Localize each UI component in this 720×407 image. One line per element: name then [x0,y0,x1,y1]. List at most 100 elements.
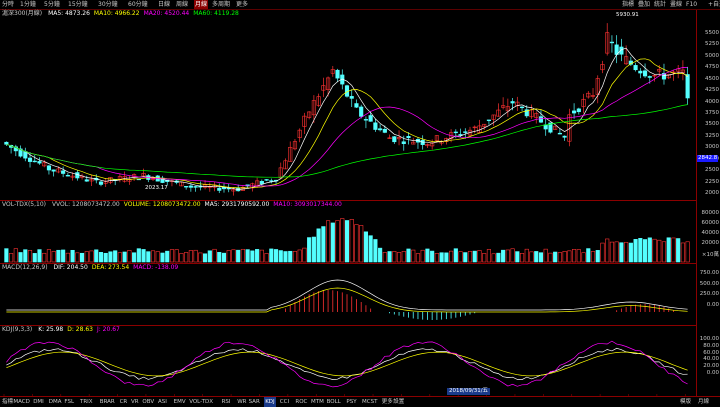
period-tab-8[interactable]: 月線 [194,0,209,9]
candle-body [392,136,397,143]
period-tab-4[interactable]: 30分鐘 [98,0,118,9]
volume-bar [529,251,534,263]
volume-bar [600,242,605,263]
volume-bar [65,252,70,263]
volume-bar [614,241,619,263]
volume-bar [117,252,122,263]
volume-bar [406,248,411,263]
candle-body [373,122,378,130]
volume-bar [444,252,449,263]
menu-item-1[interactable]: 疊加 [638,0,650,9]
menu-item-0[interactable]: 指標 [622,0,634,9]
volume-bar [259,249,264,263]
period-tab-9[interactable]: 多周期 [212,0,230,9]
volume-bar [680,242,685,263]
volume-bar [363,231,368,263]
volume-bar [307,237,312,263]
volume-bar [553,251,558,263]
menu-item-3[interactable]: 畫線 [670,0,682,9]
volume-bar [368,235,373,263]
candle-body [406,136,411,139]
candle-body [685,74,690,99]
volume-bar [146,251,151,263]
axis-tick-label: 0.00 [706,302,719,308]
menu-item-2[interactable]: 統計 [654,0,666,9]
volume-bar [94,249,99,263]
volume-bar [344,220,350,263]
volume-bar [439,252,444,263]
candle-body [647,76,652,78]
volume-bar [51,251,56,263]
low-annotation: 2023.17 [145,185,168,191]
candle-body [633,65,638,71]
volume-bar [524,248,529,263]
volume-bar [567,250,572,263]
volume-bar [61,249,66,263]
volume-bar [534,251,539,263]
volume-bar [84,251,89,263]
menu-item-5[interactable]: +自選 [708,0,720,9]
volume-bar [292,251,298,263]
volume-bar [316,228,321,263]
period-tab-3[interactable]: 15分鐘 [68,0,88,9]
volume-bar [605,238,610,263]
candle-body [538,116,544,123]
candle-body [401,141,406,144]
volume-bar [359,225,364,263]
volume-bar [590,251,596,263]
volume-bar [122,251,127,263]
axis-tick-label: 750.00 [699,270,719,276]
volume-bar [576,249,581,263]
volume-bar [642,239,648,263]
volume-bar [269,248,274,263]
candle-body [453,131,458,134]
candlestick-chart[interactable] [0,10,696,396]
candle-body [609,41,615,44]
volume-bar [562,251,567,263]
volume-bar [32,253,37,263]
volume-bar [505,249,510,263]
axis-tick-label: 250.00 [699,291,719,298]
period-tab-0[interactable]: 分時 [2,0,14,9]
volume-bar [221,252,227,263]
axis-tick-label: 40000 [701,230,720,236]
volume-bar [619,242,624,263]
candle-body [359,106,364,117]
volume-bar [9,253,14,263]
period-tab-1[interactable]: 1分鐘 [20,0,36,9]
volume-bar [203,253,208,263]
menu-item-4[interactable]: F10 [686,0,697,9]
volume-bar [477,250,482,263]
volume-bar [609,241,615,263]
candle-body [335,69,340,79]
candle-body [557,132,562,135]
volume-bar [411,249,416,263]
candle-body [572,110,577,114]
axis-tick-label: 4250 [705,87,719,94]
period-tab-5[interactable]: 60分鐘 [128,0,148,9]
volume-bar [496,252,501,263]
volume-bar [581,252,586,263]
candle-body [354,103,359,108]
axis-tick-label: 5250 [705,41,719,48]
candle-body [576,108,581,113]
volume-bar [103,252,108,263]
volume-bar [141,249,146,263]
volume-bar [160,252,165,263]
volume-bar [132,252,137,263]
volume-bar [628,242,633,263]
divider [0,200,696,201]
volume-bar [453,248,458,263]
axis-tick-label: 4750 [705,64,719,71]
period-tab-7[interactable]: 周線 [176,0,188,9]
volume-bar [633,239,638,263]
period-tab-6[interactable]: 日線 [158,0,170,9]
candle-body [642,70,648,77]
volume-bar [150,250,156,263]
volume-bar [165,250,170,263]
candle-body [27,157,33,162]
period-tab-2[interactable]: 5分鐘 [44,0,60,9]
volume-bar [217,252,222,263]
period-tab-10[interactable]: 更多 [236,0,248,9]
volume-bar [13,248,18,263]
